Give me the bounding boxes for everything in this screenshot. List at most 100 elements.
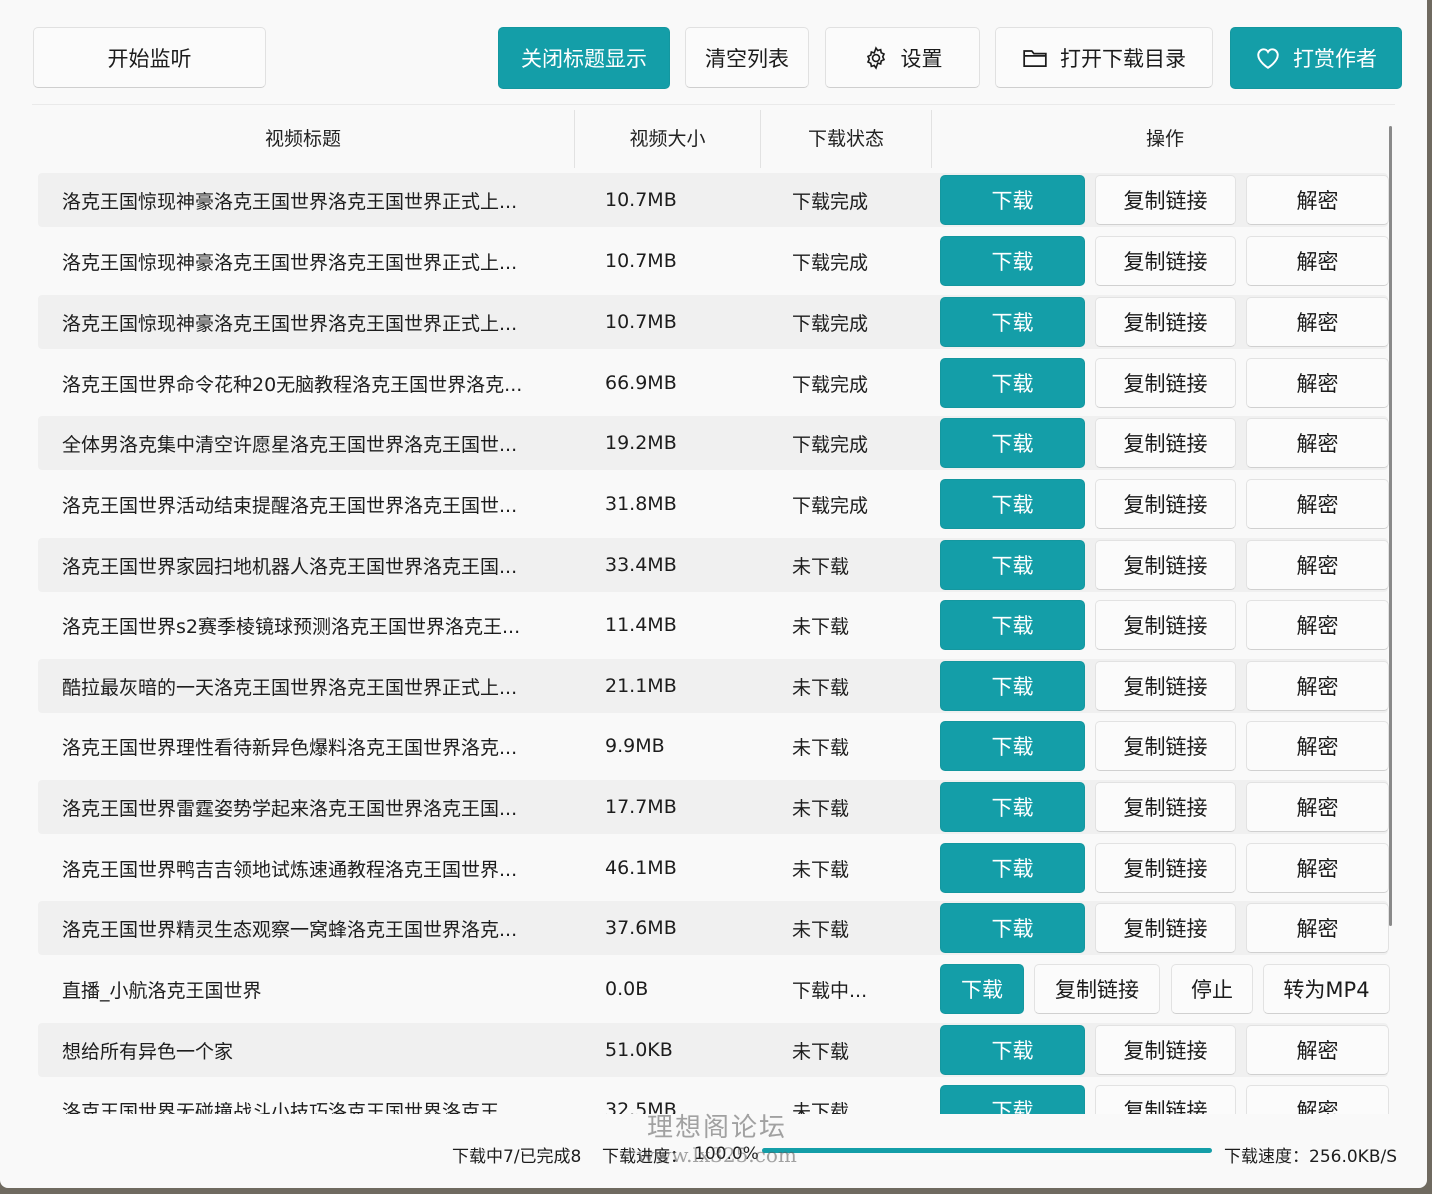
table-row[interactable]: 洛克王国世界无碰撞战斗小技巧洛克王国世界洛克王... 32.5MB 未下载 下载 复制链… <box>38 1083 1389 1115</box>
download-button[interactable]: 下载 <box>940 1085 1085 1114</box>
table-row[interactable]: 洛克王国世界精灵生态观察一窝蜂洛克王国世界洛克... 37.6MB 未下载 下载 复制链… <box>38 901 1389 955</box>
download-status: 未下载 <box>792 797 850 820</box>
table-row[interactable]: 洛克王国世界鸭吉吉领地试炼速通教程洛克王国世界... 46.1MB 未下载 下载 复制链… <box>38 841 1389 895</box>
download-status: 下载完成 <box>792 494 869 517</box>
copy-link-button[interactable]: 复制链接 <box>1095 843 1236 893</box>
download-status: 未下载 <box>792 676 850 699</box>
video-title: 想给所有异色一个家 <box>62 1040 234 1063</box>
toggle-title-label: 关闭标题显示 <box>521 47 647 71</box>
download-button[interactable]: 下载 <box>940 358 1085 408</box>
decrypt-button[interactable]: 解密 <box>1246 540 1389 590</box>
video-size: 19.2MB <box>605 432 677 454</box>
vertical-scrollbar[interactable] <box>1389 126 1392 926</box>
decrypt-button[interactable]: 解密 <box>1246 358 1389 408</box>
table-row[interactable]: 直播_小航洛克王国世界 0.0B 下载中... 下载 复制链接 停止 转为MP4 <box>38 962 1390 1016</box>
download-button[interactable]: 下载 <box>940 903 1085 953</box>
copy-link-button[interactable]: 复制链接 <box>1095 600 1236 650</box>
toggle-title-button[interactable]: 关闭标题显示 <box>498 27 670 89</box>
copy-link-button[interactable]: 复制链接 <box>1095 903 1236 953</box>
copy-link-button[interactable]: 复制链接 <box>1095 540 1236 590</box>
decrypt-button[interactable]: 解密 <box>1246 236 1389 286</box>
header-size: 视频大小 <box>629 127 706 150</box>
progress-bar-fill <box>762 1148 1212 1153</box>
download-button[interactable]: 下载 <box>940 843 1085 893</box>
header-actions: 操作 <box>1145 127 1184 150</box>
download-button[interactable]: 下载 <box>940 964 1024 1014</box>
download-status: 未下载 <box>792 858 850 881</box>
decrypt-button[interactable]: 解密 <box>1246 175 1389 225</box>
copy-link-button[interactable]: 复制链接 <box>1095 236 1236 286</box>
stop-button[interactable]: 停止 <box>1171 964 1253 1014</box>
copy-link-button[interactable]: 复制链接 <box>1095 297 1236 347</box>
copy-link-button[interactable]: 复制链接 <box>1095 1025 1236 1075</box>
decrypt-button[interactable]: 解密 <box>1246 843 1389 893</box>
video-title: 洛克王国世界家园扫地机器人洛克王国世界洛克王国... <box>62 555 518 578</box>
video-size: 32.5MB <box>605 1099 677 1114</box>
video-title: 洛克王国世界理性看待新异色爆料洛克王国世界洛克... <box>62 736 518 759</box>
video-size: 21.1MB <box>605 675 677 697</box>
download-button[interactable]: 下载 <box>940 540 1085 590</box>
table-row[interactable]: 全体男洛克集中清空许愿星洛克王国世界洛克王国世... 19.2MB 下载完成 下载 复制… <box>38 416 1389 470</box>
table-row[interactable]: 洛克王国世界家园扫地机器人洛克王国世界洛克王国... 33.4MB 未下载 下载 复制链… <box>38 538 1389 592</box>
video-title: 洛克王国世界活动结束提醒洛克王国世界洛克王国世... <box>62 494 518 517</box>
download-status: 下载完成 <box>792 190 869 213</box>
table-row[interactable]: 想给所有异色一个家 51.0KB 未下载 下载 复制链接 解密 <box>38 1023 1389 1077</box>
table-row[interactable]: 洛克王国世界命令花种20无脑教程洛克王国世界洛克... 66.9MB 下载完成 下载复… <box>38 356 1389 410</box>
download-button[interactable]: 下载 <box>940 479 1085 529</box>
copy-link-button[interactable]: 复制链接 <box>1095 721 1236 771</box>
download-button[interactable]: 下载 <box>940 1025 1085 1075</box>
copy-link-button[interactable]: 复制链接 <box>1095 1085 1236 1114</box>
download-status: 下载完成 <box>792 251 869 274</box>
decrypt-button[interactable]: 解密 <box>1246 782 1389 832</box>
decrypt-button[interactable]: 解密 <box>1246 1025 1389 1075</box>
decrypt-button[interactable]: 解密 <box>1246 479 1389 529</box>
decrypt-button[interactable]: 解密 <box>1246 721 1389 771</box>
copy-link-button[interactable]: 复制链接 <box>1095 782 1236 832</box>
video-title: 洛克王国世界鸭吉吉领地试炼速通教程洛克王国世界... <box>62 858 518 881</box>
copy-link-button[interactable]: 复制链接 <box>1095 175 1236 225</box>
copy-link-button[interactable]: 复制链接 <box>1095 479 1236 529</box>
decrypt-button[interactable]: 解密 <box>1246 903 1389 953</box>
open-download-dir-button[interactable]: 打开下载目录 <box>995 27 1213 88</box>
decrypt-button[interactable]: 解密 <box>1246 418 1389 468</box>
table-row[interactable]: 洛克王国世界活动结束提醒洛克王国世界洛克王国世... 31.8MB 下载完成 下载 复制… <box>38 477 1389 531</box>
donate-label: 打赏作者 <box>1293 47 1377 71</box>
decrypt-button[interactable]: 解密 <box>1246 297 1389 347</box>
download-button[interactable]: 下载 <box>940 721 1085 771</box>
donate-button[interactable]: 打赏作者 <box>1230 27 1402 89</box>
table-row[interactable]: 洛克王国惊现神豪洛克王国世界洛克王国世界正式上... 10.7MB 下载完成 下载 复制… <box>38 173 1389 227</box>
download-button[interactable]: 下载 <box>940 661 1085 711</box>
toolbar-divider <box>32 104 1395 105</box>
table-row[interactable]: 洛克王国世界雷霆姿势学起来洛克王国世界洛克王国... 17.7MB 未下载 下载 复制链… <box>38 780 1389 834</box>
table-row[interactable]: 洛克王国惊现神豪洛克王国世界洛克王国世界正式上... 10.7MB 下载完成 下载 复制… <box>38 234 1389 288</box>
copy-link-button[interactable]: 复制链接 <box>1034 964 1160 1014</box>
open-dir-label: 打开下载目录 <box>1060 46 1186 71</box>
video-title: 直播_小航洛克王国世界 <box>62 979 262 1002</box>
status-bar: 下载中7/已完成8 下载进度： 100.0% 下载速度：256.0KB/S <box>0 1130 1427 1178</box>
download-counts: 下载中7/已完成8 <box>452 1146 582 1167</box>
clear-list-button[interactable]: 清空列表 <box>685 27 809 88</box>
download-button[interactable]: 下载 <box>940 175 1085 225</box>
video-size: 10.7MB <box>605 311 677 333</box>
download-button[interactable]: 下载 <box>940 600 1085 650</box>
settings-button[interactable]: 设置 <box>825 27 980 88</box>
video-title: 洛克王国世界无碰撞战斗小技巧洛克王国世界洛克王... <box>62 1100 518 1115</box>
download-button[interactable]: 下载 <box>940 297 1085 347</box>
table-row[interactable]: 洛克王国世界理性看待新异色爆料洛克王国世界洛克... 9.9MB 未下载 下载 复制链接… <box>38 719 1389 773</box>
decrypt-button[interactable]: 解密 <box>1246 600 1389 650</box>
start-monitor-button[interactable]: 开始监听 <box>33 27 266 88</box>
download-button[interactable]: 下载 <box>940 236 1085 286</box>
copy-link-button[interactable]: 复制链接 <box>1095 418 1236 468</box>
download-button[interactable]: 下载 <box>940 782 1085 832</box>
copy-link-button[interactable]: 复制链接 <box>1095 661 1236 711</box>
copy-link-button[interactable]: 复制链接 <box>1095 358 1236 408</box>
download-status: 下载中... <box>792 979 868 1002</box>
table-row[interactable]: 洛克王国惊现神豪洛克王国世界洛克王国世界正式上... 10.7MB 下载完成 下载 复制… <box>38 295 1389 349</box>
download-button[interactable]: 下载 <box>940 418 1085 468</box>
decrypt-button[interactable]: 解密 <box>1246 661 1389 711</box>
convert-mp4-button[interactable]: 转为MP4 <box>1263 964 1390 1014</box>
table-row[interactable]: 洛克王国世界s2赛季棱镜球预测洛克王国世界洛克王... 11.4MB 未下载 下载 复制… <box>38 598 1389 652</box>
table-row[interactable]: 酷拉最灰暗的一天洛克王国世界洛克王国世界正式上... 21.1MB 未下载 下载 复制链… <box>38 659 1389 713</box>
video-size: 33.4MB <box>605 554 677 576</box>
decrypt-button[interactable]: 解密 <box>1246 1085 1389 1114</box>
